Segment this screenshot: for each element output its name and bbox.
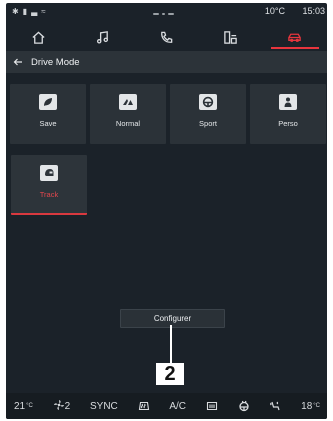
drive-mode-screen: ✱ ▮ ▃ ≈ 10°C 15:03 Drive Mode Save Norma… bbox=[6, 3, 327, 419]
music-icon bbox=[96, 30, 108, 44]
bluetooth-icon: ✱ bbox=[12, 7, 19, 16]
mode-sport-tile[interactable]: Sport bbox=[170, 84, 246, 144]
back-arrow-icon[interactable] bbox=[13, 57, 23, 67]
wifi-icon: ≈ bbox=[41, 7, 46, 16]
nav-phone[interactable] bbox=[134, 25, 198, 49]
steering-wheel-icon bbox=[199, 94, 217, 110]
car-icon bbox=[288, 33, 302, 42]
person-icon bbox=[279, 94, 297, 110]
status-icons: ✱ ▮ ▃ ≈ bbox=[12, 7, 46, 16]
mode-track-tile[interactable]: Track bbox=[11, 155, 87, 215]
outside-temperature: 10°C bbox=[264, 6, 285, 16]
mode-normal-tile[interactable]: Normal bbox=[90, 84, 166, 144]
ac-button[interactable]: A/C bbox=[169, 401, 186, 412]
front-defrost-icon bbox=[206, 401, 217, 411]
mode-label: Save bbox=[39, 119, 57, 128]
nav-home[interactable] bbox=[6, 25, 70, 49]
apps-icon bbox=[224, 30, 237, 44]
drag-handle[interactable] bbox=[153, 13, 177, 15]
page-title: Drive Mode bbox=[31, 56, 80, 68]
seat-heat-button[interactable] bbox=[269, 400, 281, 412]
callout-number: 2 bbox=[156, 363, 184, 385]
phone-icon bbox=[161, 31, 173, 43]
sync-button[interactable]: SYNC bbox=[90, 401, 118, 412]
mode-save-tile[interactable]: Save bbox=[10, 84, 86, 144]
battery-icon: ▮ bbox=[22, 7, 28, 16]
callout-line bbox=[170, 325, 172, 365]
status-bar: ✱ ▮ ▃ ≈ 10°C 15:03 bbox=[6, 3, 327, 25]
fan-speed[interactable]: 2 bbox=[53, 399, 70, 414]
clock: 15:03 bbox=[302, 6, 325, 16]
steering-heat-icon bbox=[238, 400, 249, 412]
top-nav bbox=[6, 25, 327, 49]
configure-button[interactable]: Configurer bbox=[120, 309, 225, 328]
logo-icon bbox=[119, 94, 137, 110]
mode-label: Sport bbox=[199, 119, 217, 128]
right-temperature[interactable]: 18 °C bbox=[301, 401, 320, 412]
left-temperature[interactable]: 21 °C bbox=[14, 401, 33, 412]
seat-heat-icon bbox=[270, 401, 280, 411]
mode-perso-tile[interactable]: Perso bbox=[250, 84, 326, 144]
rear-defrost-icon bbox=[138, 401, 149, 411]
home-icon bbox=[32, 30, 45, 44]
mode-label: Perso bbox=[278, 119, 298, 128]
signal-icon: ▃ bbox=[31, 7, 38, 16]
nav-music[interactable] bbox=[70, 25, 134, 49]
rear-defrost-button[interactable] bbox=[138, 400, 150, 412]
nav-car[interactable] bbox=[263, 25, 327, 49]
page-header: Drive Mode bbox=[6, 51, 327, 73]
mode-label: Track bbox=[39, 190, 59, 199]
mode-label: Normal bbox=[115, 119, 141, 128]
climate-bar: 21 °C 2 SYNC A/C 18 °C bbox=[6, 393, 327, 419]
fan-icon bbox=[53, 399, 65, 414]
leaf-icon bbox=[39, 94, 57, 110]
steering-heat-button[interactable] bbox=[238, 400, 250, 412]
helmet-icon bbox=[40, 165, 58, 181]
front-defrost-button[interactable] bbox=[206, 400, 218, 412]
nav-apps[interactable] bbox=[199, 25, 263, 49]
